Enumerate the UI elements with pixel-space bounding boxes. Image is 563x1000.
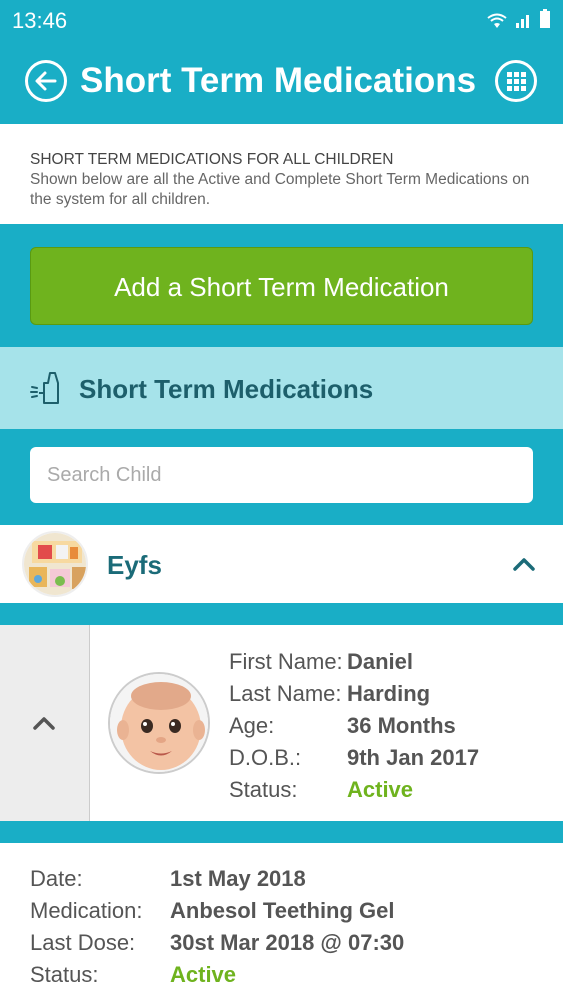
last-name-row: Last Name: Harding [229, 678, 479, 710]
status-icons [485, 9, 551, 29]
section-header: Short Term Medications [0, 347, 563, 429]
status-row: Status: Active [229, 774, 479, 806]
child-card[interactable]: First Name: Daniel Last Name: Harding Ag… [0, 625, 563, 821]
status-label: Status: [229, 777, 298, 802]
info-panel: SHORT TERM MEDICATIONS FOR ALL CHILDREN … [0, 124, 563, 224]
age-row: Age: 36 Months [229, 710, 479, 742]
info-heading: SHORT TERM MEDICATIONS FOR ALL CHILDREN [30, 151, 394, 168]
group-name: Eyfs [107, 550, 162, 580]
grid-menu-button[interactable] [495, 60, 537, 102]
wifi-icon [487, 13, 507, 28]
dob-value: 9th Jan 2017 [347, 745, 480, 770]
dob-label: D.O.B.: [229, 745, 302, 770]
med-date-label: Date: [30, 866, 83, 891]
page-title: Short Term Medications [80, 61, 477, 100]
med-last-dose-value: 30st Mar 2018 @ 07:30 [170, 930, 405, 955]
first-name-value: Daniel [347, 649, 414, 674]
age-value: 36 Months [347, 713, 456, 738]
chevron-up-icon [33, 717, 55, 730]
search-child-input[interactable] [30, 447, 533, 503]
med-status-label: Status: [30, 962, 99, 987]
age-label: Age: [229, 713, 275, 738]
battery-icon [540, 9, 550, 28]
status-time: 13:46 [12, 8, 68, 33]
medication-card[interactable]: Date: 1st May 2018 Medication: Anbesol T… [0, 843, 563, 1000]
section-title: Short Term Medications [79, 374, 374, 404]
med-name-label: Medication: [30, 898, 143, 923]
back-button[interactable] [25, 60, 67, 102]
last-name-value: Harding [347, 681, 431, 706]
med-name-value: Anbesol Teething Gel [170, 898, 395, 923]
status-bar: 13:46 [0, 0, 563, 40]
back-arrow-icon [35, 71, 57, 91]
medication-details: Date: 1st May 2018 Medication: Anbesol T… [30, 863, 404, 991]
med-status-value: Active [170, 962, 237, 987]
info-description: Shown below are all the Active and Compl… [30, 171, 530, 208]
child-collapse-toggle[interactable] [0, 625, 90, 821]
grid-menu-icon [507, 72, 526, 91]
app-bar: Short Term Medications [0, 40, 563, 124]
dob-row: D.O.B.: 9th Jan 2017 [229, 742, 479, 774]
med-status-row: Status: Active [30, 959, 404, 991]
child-photo [108, 672, 210, 774]
chevron-up-icon[interactable] [511, 551, 537, 577]
signal-icon [516, 15, 529, 28]
med-last-dose-row: Last Dose: 30st Mar 2018 @ 07:30 [30, 927, 404, 959]
classroom-image [24, 533, 86, 595]
group-avatar [22, 531, 88, 597]
med-name-row: Medication: Anbesol Teething Gel [30, 895, 404, 927]
group-header[interactable]: Eyfs [0, 525, 563, 603]
baby-face-image [110, 674, 208, 772]
first-name-label: First Name: [229, 649, 343, 674]
med-date-value: 1st May 2018 [170, 866, 306, 891]
add-medication-button[interactable]: Add a Short Term Medication [30, 247, 533, 325]
inhaler-icon [30, 372, 59, 404]
first-name-row: First Name: Daniel [229, 646, 479, 678]
med-last-dose-label: Last Dose: [30, 930, 136, 955]
status-value: Active [347, 777, 414, 802]
last-name-label: Last Name: [229, 681, 342, 706]
child-details: First Name: Daniel Last Name: Harding Ag… [229, 646, 479, 806]
med-date-row: Date: 1st May 2018 [30, 863, 404, 895]
